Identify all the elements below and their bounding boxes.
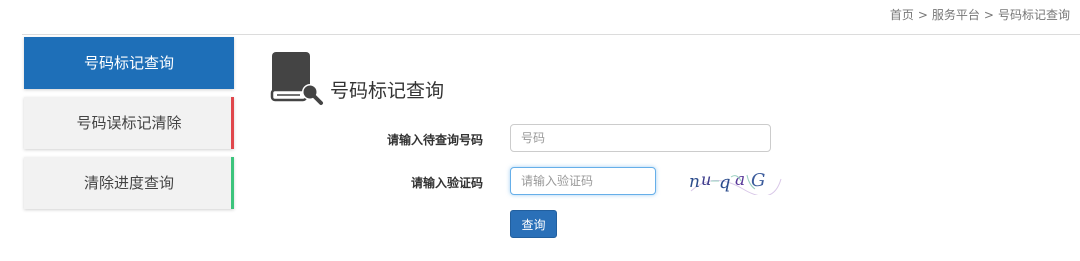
page: 首页 > 服务平台 > 号码标记查询 号码标记查询 号码误标记清除 清除进度查询 号码标…	[0, 0, 1080, 261]
sidebar-item-accent	[231, 157, 234, 209]
sidebar-item-label: 号码标记查询	[83, 54, 174, 72]
phone-input[interactable]	[510, 124, 771, 152]
sidebar-item-label: 号码误标记清除	[76, 114, 182, 132]
title-row: 号码标记查询	[268, 48, 1048, 108]
sidebar-item-mismark-clear[interactable]: 号码误标记清除	[24, 97, 234, 149]
phone-label: 请输入待查询号码	[386, 133, 483, 147]
sidebar-item-accent	[231, 97, 234, 149]
page-title: 号码标记查询	[330, 80, 445, 102]
sidebar-item-label: 清除进度查询	[83, 174, 174, 192]
sidebar-item-clear-progress-query[interactable]: 清除进度查询	[24, 157, 234, 209]
captcha-char: q	[719, 172, 731, 193]
captcha-char: u	[701, 170, 711, 189]
captcha-image[interactable]: n u q a G	[683, 167, 783, 195]
header-divider	[22, 34, 1080, 35]
breadcrumb: 首页 > 服务平台 > 号码标记查询	[888, 6, 1072, 23]
captcha-input[interactable]	[510, 167, 656, 195]
breadcrumb-home[interactable]: 首页	[890, 8, 914, 22]
book-search-icon	[270, 52, 323, 105]
query-button[interactable]: 查询	[510, 210, 557, 238]
breadcrumb-separator: >	[983, 8, 994, 22]
phone-row: 请输入待查询号码	[268, 124, 1048, 154]
captcha-row: 请输入验证码 n u q a G	[268, 167, 1048, 197]
sidebar: 号码标记查询 号码误标记清除 清除进度查询	[24, 37, 234, 217]
captcha-label: 请输入验证码	[410, 176, 483, 190]
captcha-char: n	[689, 172, 700, 192]
breadcrumb-service-platform[interactable]: 服务平台	[932, 8, 980, 22]
breadcrumb-separator: >	[917, 8, 928, 22]
button-row: 查询	[268, 210, 1048, 240]
sidebar-item-number-mark-query[interactable]: 号码标记查询	[24, 37, 234, 89]
breadcrumb-current: 号码标记查询	[997, 8, 1070, 22]
main-content: 号码标记查询 请输入待查询号码 请输入验证码 n u q a G 查询	[268, 48, 1048, 238]
